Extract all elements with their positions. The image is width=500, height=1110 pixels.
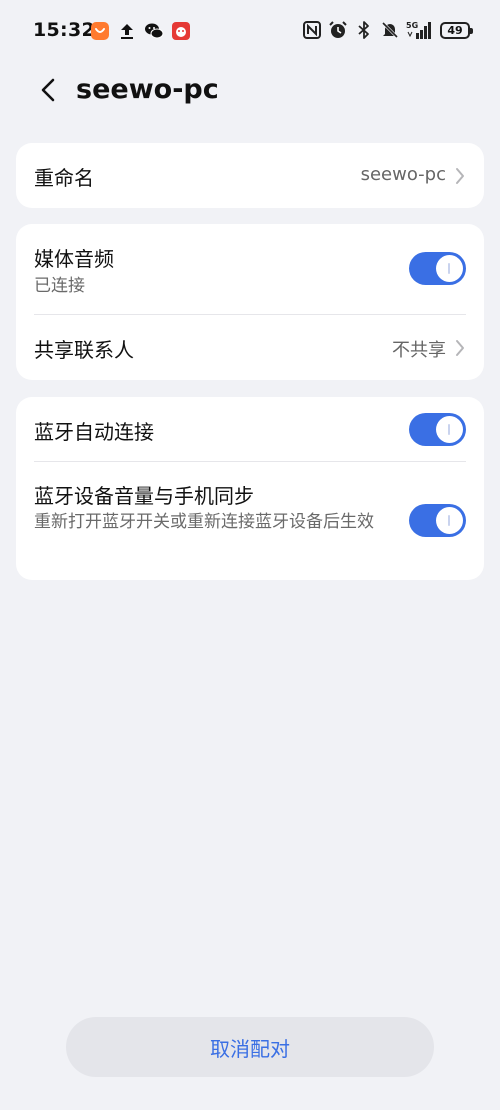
bluetooth-options-card: 蓝牙自动连接 蓝牙设备音量与手机同步 重新打开蓝牙开关或重新连接蓝牙设备后生效 — [16, 397, 484, 580]
upload-icon — [121, 24, 133, 39]
rename-label: 重命名 — [34, 166, 94, 190]
auto-connect-toggle[interactable] — [409, 413, 466, 446]
share-contacts-value: 不共享 — [392, 340, 446, 361]
chevron-right-icon — [456, 340, 464, 356]
back-button[interactable] — [30, 72, 66, 108]
auto-connect-row[interactable]: 蓝牙自动连接 — [16, 397, 484, 461]
toggle-knob — [436, 255, 463, 282]
status-time: 15:32 — [33, 19, 95, 41]
volume-sync-toggle[interactable] — [409, 504, 466, 537]
volume-sync-description: 重新打开蓝牙开关或重新连接蓝牙设备后生效 — [34, 512, 374, 532]
rename-row[interactable]: 重命名 seewo-pc — [16, 143, 484, 208]
media-audio-row[interactable]: 媒体音频 已连接 — [16, 224, 484, 314]
system-icons: 5G 49 — [302, 20, 473, 40]
rename-value: seewo-pc — [360, 164, 446, 185]
status-bar: 15:32 5G 49 — [0, 0, 500, 62]
notification-icons — [90, 21, 191, 41]
page-title: seewo-pc — [76, 74, 219, 105]
volume-sync-label: 蓝牙设备音量与手机同步 — [34, 484, 254, 508]
media-audio-toggle[interactable] — [409, 252, 466, 285]
rename-card: 重命名 seewo-pc — [16, 143, 484, 208]
game-app-icon — [172, 22, 190, 40]
unpair-button[interactable]: 取消配对 — [66, 1017, 434, 1077]
share-contacts-label: 共享联系人 — [34, 338, 134, 362]
chevron-right-icon — [456, 168, 464, 184]
toggle-knob — [436, 507, 463, 534]
battery-icon: 49 — [440, 21, 473, 39]
media-audio-label: 媒体音频 — [34, 247, 114, 271]
mute-icon — [381, 21, 399, 39]
media-audio-status: 已连接 — [34, 276, 85, 296]
auto-connect-label: 蓝牙自动连接 — [34, 420, 154, 444]
bluetooth-icon — [358, 21, 369, 39]
signal-icon: 5G — [406, 21, 431, 39]
chevron-left-icon — [41, 78, 55, 102]
wechat-icon — [145, 23, 164, 39]
toggle-knob — [436, 416, 463, 443]
header: seewo-pc — [0, 62, 500, 122]
share-contacts-row[interactable]: 共享联系人 不共享 — [16, 315, 484, 380]
shopping-app-icon — [91, 22, 109, 40]
alarm-icon — [329, 21, 347, 38]
network-type: 5G — [406, 21, 418, 30]
profiles-card: 媒体音频 已连接 共享联系人 不共享 — [16, 224, 484, 380]
volume-sync-row[interactable]: 蓝牙设备音量与手机同步 重新打开蓝牙开关或重新连接蓝牙设备后生效 — [16, 462, 484, 580]
nfc-icon — [303, 21, 321, 39]
